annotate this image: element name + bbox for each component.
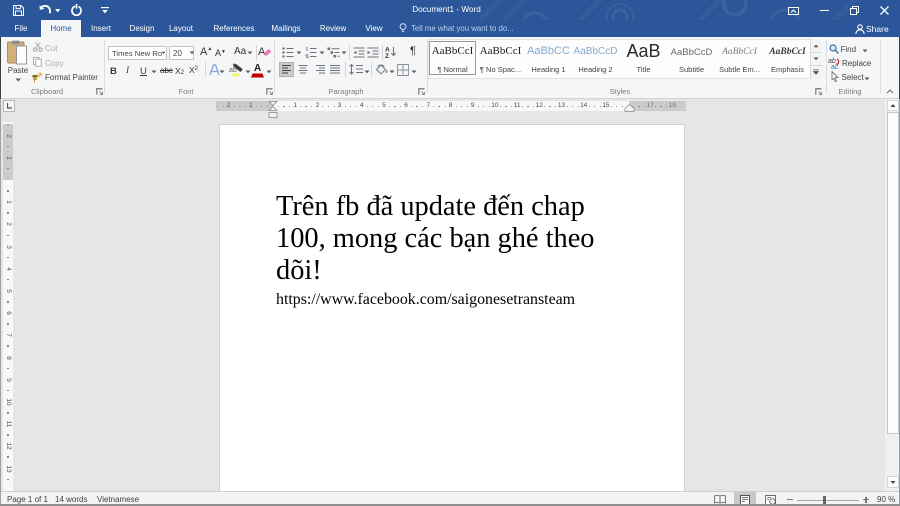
svg-text:Z: Z bbox=[385, 53, 389, 58]
svg-text:ac: ac bbox=[831, 64, 839, 69]
